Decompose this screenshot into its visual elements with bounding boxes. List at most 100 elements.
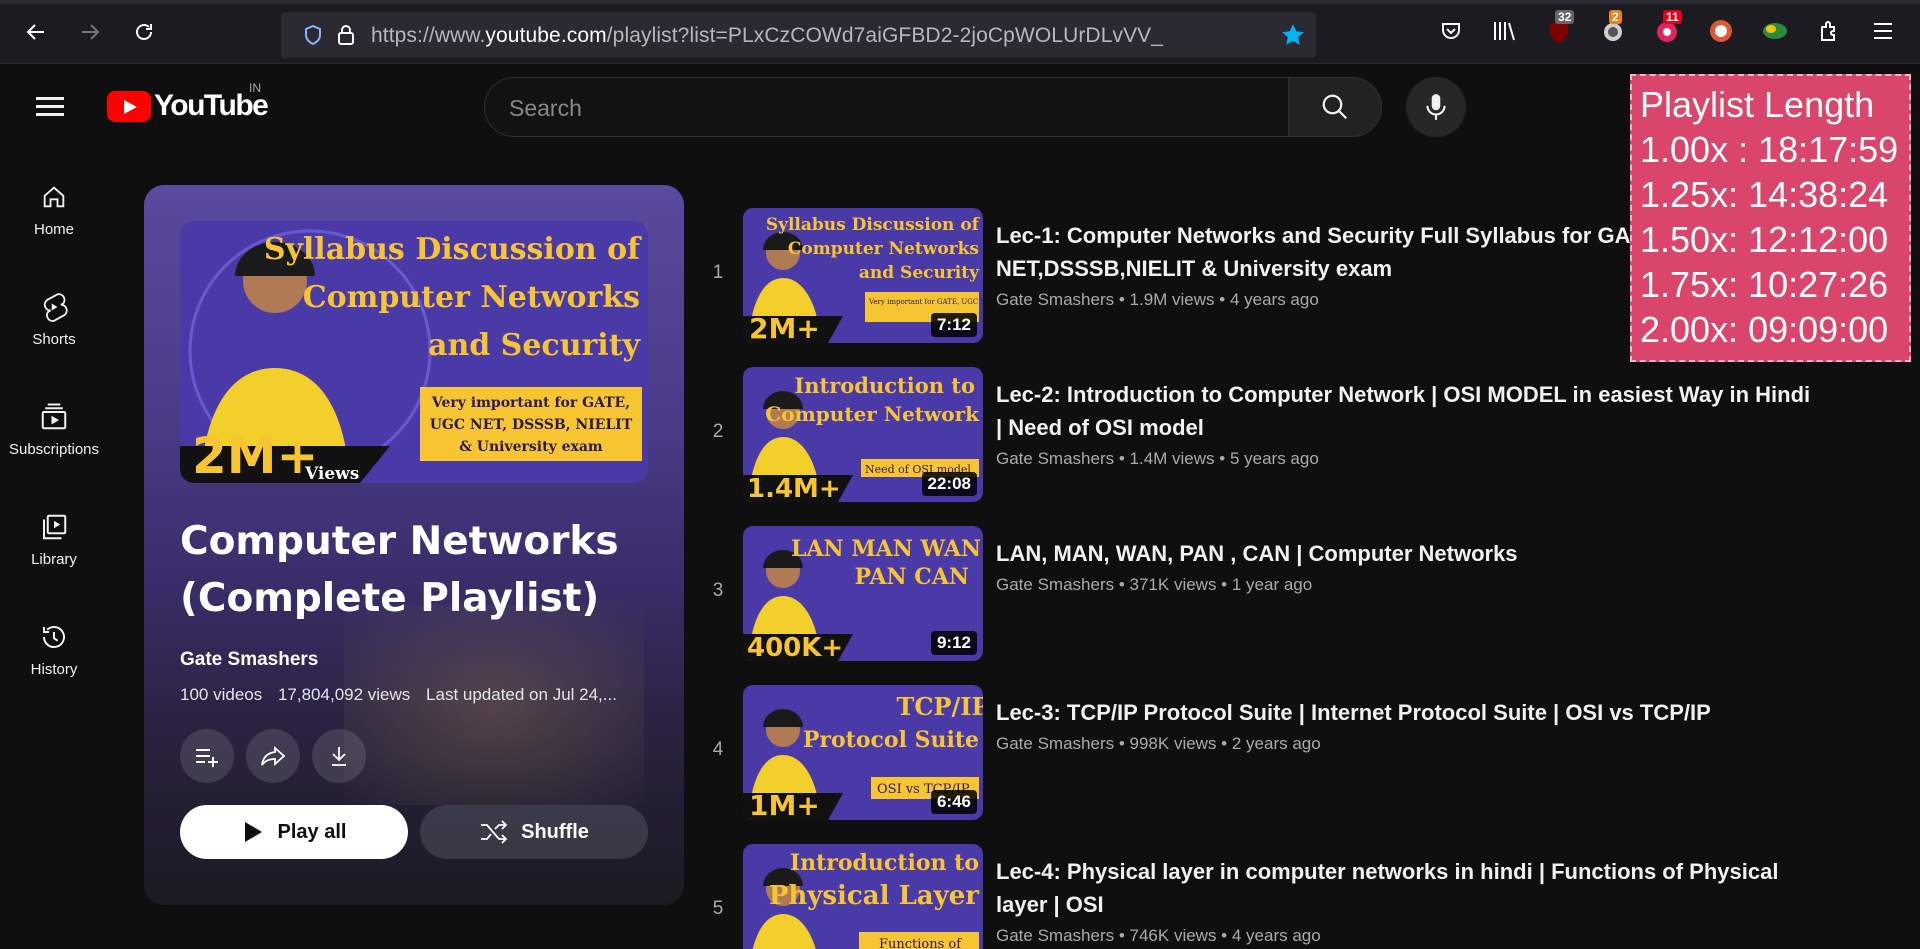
video-title[interactable]: LAN, MAN, WAN, PAN , CAN | Computer Netw… bbox=[996, 537, 1836, 570]
play-icon bbox=[244, 822, 262, 842]
ublock-badge: 32 bbox=[1555, 10, 1575, 24]
video-age: 4 years ago bbox=[1229, 290, 1319, 309]
thumb-line: Syllabus Discussion of bbox=[766, 215, 981, 235]
play-all-button[interactable]: Play all bbox=[180, 805, 408, 859]
guide-item-library[interactable]: Library bbox=[0, 511, 108, 568]
home-icon bbox=[38, 181, 70, 213]
lock-icon[interactable] bbox=[335, 23, 357, 47]
reload-icon bbox=[136, 24, 152, 40]
thumb-line: Introduction to bbox=[790, 850, 979, 876]
video-title[interactable]: Lec-3: TCP/IP Protocol Suite | Internet … bbox=[996, 696, 1836, 729]
video-thumbnail[interactable]: 1M+ TCP/IP Protocol Suite OSI vs TCP/IP … bbox=[743, 685, 983, 820]
video-thumbnail-art: Introduction to Physical Layer Functions… bbox=[743, 844, 983, 949]
addon-extension-icon[interactable]: 11 bbox=[1651, 10, 1683, 47]
video-views: 746K views bbox=[1129, 926, 1217, 945]
playlist-thumbnail[interactable]: 2M+ Views Syllabus Discussion of Compute… bbox=[180, 221, 648, 483]
browser-toolbar: https://www.youtube.com/playlist?list=PL… bbox=[0, 0, 1920, 64]
thumb-box-line: & University exam bbox=[459, 439, 603, 455]
save-playlist-button[interactable] bbox=[180, 729, 234, 783]
download-button[interactable] bbox=[312, 729, 366, 783]
video-views: 1.4M views bbox=[1129, 449, 1215, 468]
video-thumbnail[interactable]: 400K+ LAN MAN WAN PAN CAN 9:12 bbox=[743, 526, 983, 661]
video-count: 100 videos bbox=[180, 685, 263, 704]
video-index: 1 bbox=[712, 262, 724, 283]
darkreader-extension-icon[interactable]: 2 bbox=[1597, 10, 1629, 47]
voice-search-button[interactable] bbox=[1406, 77, 1466, 137]
forward-arrow-icon bbox=[82, 24, 100, 40]
reload-button[interactable] bbox=[126, 14, 162, 50]
video-age: 5 years ago bbox=[1229, 449, 1319, 468]
video-channel[interactable]: Gate Smashers bbox=[996, 734, 1114, 753]
video-views: 998K views bbox=[1129, 734, 1217, 753]
forward-button[interactable] bbox=[72, 14, 108, 50]
video-title-line: Lec-2: Introduction to Computer Network … bbox=[996, 382, 1811, 407]
thumb-views-big: 2M+ bbox=[192, 427, 318, 483]
search-input[interactable]: Search bbox=[484, 77, 1289, 137]
video-index: 3 bbox=[712, 580, 724, 601]
extensions-puzzle-icon[interactable] bbox=[1813, 15, 1845, 47]
youtube-logo[interactable]: YouTube IN bbox=[107, 81, 269, 123]
shorts-icon bbox=[38, 291, 70, 323]
shuffle-label: Shuffle bbox=[521, 820, 589, 843]
video-thumbnail[interactable]: 2M+ Syllabus Discussion of Computer Netw… bbox=[743, 208, 983, 343]
video-title-line: layer | OSI bbox=[996, 892, 1104, 917]
video-title-line: Lec-3: TCP/IP Protocol Suite | Internet … bbox=[996, 700, 1711, 725]
url-host: youtube.com bbox=[485, 24, 607, 47]
guide-item-subscriptions[interactable]: Subscriptions bbox=[0, 401, 108, 458]
video-channel[interactable]: Gate Smashers bbox=[996, 926, 1114, 945]
guide-item-home[interactable]: Home bbox=[0, 181, 108, 238]
add-to-library-icon bbox=[196, 749, 218, 767]
playlist-length-title: Playlist Length bbox=[1640, 84, 1875, 125]
video-title-line: LAN, MAN, WAN, PAN , CAN | Computer Netw… bbox=[996, 541, 1518, 566]
pocket-icon[interactable] bbox=[1435, 15, 1467, 47]
thumb-box-line: Very important for GATE, bbox=[431, 395, 630, 411]
thumb-views: 1M+ bbox=[749, 789, 820, 820]
shuffle-button[interactable]: Shuffle bbox=[420, 805, 648, 859]
share-button[interactable] bbox=[246, 729, 300, 783]
video-age: 2 years ago bbox=[1231, 734, 1321, 753]
playlist-video-row[interactable]: 2 1.4M+ Introduction to Computer Network… bbox=[700, 367, 1830, 507]
guide-menu-button[interactable] bbox=[36, 92, 72, 122]
video-channel[interactable]: Gate Smashers bbox=[996, 449, 1114, 468]
app-menu-icon[interactable] bbox=[1867, 15, 1899, 47]
video-duration: 7:12 bbox=[930, 313, 977, 337]
playlist-title: Computer Networks (Complete Playlist) bbox=[180, 519, 619, 621]
video-channel[interactable]: Gate Smashers bbox=[996, 575, 1114, 594]
ublock-extension-icon[interactable]: 32 bbox=[1543, 10, 1575, 47]
bookmark-star-icon[interactable] bbox=[1280, 22, 1306, 48]
shuffle-icon bbox=[481, 820, 508, 844]
duckduckgo-extension-icon[interactable] bbox=[1705, 15, 1737, 47]
share-icon bbox=[261, 745, 286, 767]
playlist-video-row[interactable]: 5 Introduction to Physical Layer Functio… bbox=[700, 844, 1830, 949]
menu-bar bbox=[36, 113, 64, 116]
thumb-line: and Security bbox=[859, 263, 980, 283]
channel-name[interactable]: Gate Smashers bbox=[180, 649, 318, 671]
shield-icon[interactable] bbox=[301, 23, 325, 47]
library-shelf-icon[interactable] bbox=[1489, 15, 1521, 47]
playlist-video-row[interactable]: 3 400K+ LAN MAN WAN PAN CAN 9:12 LAN, MA… bbox=[700, 526, 1830, 666]
video-thumbnail[interactable]: 1.4M+ Introduction to Computer Network N… bbox=[743, 367, 983, 502]
back-arrow-icon bbox=[26, 24, 44, 40]
video-thumbnail[interactable]: Introduction to Physical Layer Functions… bbox=[743, 844, 983, 949]
address-bar[interactable]: https://www.youtube.com/playlist?list=PL… bbox=[281, 12, 1316, 58]
thumb-line: Introduction to bbox=[794, 373, 975, 398]
guide-item-shorts[interactable]: Shorts bbox=[0, 291, 108, 348]
back-button[interactable] bbox=[18, 14, 54, 50]
playlist-thumbnail-art: 2M+ Views Syllabus Discussion of Compute… bbox=[180, 221, 648, 483]
guide-item-history[interactable]: History bbox=[0, 621, 108, 678]
playlist-video-row[interactable]: 4 1M+ TCP/IP Protocol Suite OSI vs TCP/I… bbox=[700, 685, 1830, 825]
thumb-box: Functions of bbox=[879, 937, 962, 949]
menu-bar bbox=[36, 105, 64, 108]
video-index: 4 bbox=[712, 739, 724, 760]
video-title-line: NET,DSSSB,NIELIT & University exam bbox=[996, 256, 1393, 281]
url-text[interactable]: https://www.youtube.com/playlist?list=PL… bbox=[371, 24, 1163, 48]
video-title[interactable]: Lec-1: Computer Networks and Security Fu… bbox=[996, 219, 1836, 285]
video-channel[interactable]: Gate Smashers bbox=[996, 290, 1114, 309]
playlist-video-row[interactable]: 1 2M+ Syllabus Discussion of Computer Ne… bbox=[700, 208, 1830, 348]
video-meta: Gate Smashers • 746K views • 4 years ago bbox=[996, 926, 1321, 945]
video-title[interactable]: Lec-2: Introduction to Computer Network … bbox=[996, 378, 1836, 444]
globe-extension-icon[interactable] bbox=[1759, 15, 1791, 47]
video-title[interactable]: Lec-4: Physical layer in computer networ… bbox=[996, 855, 1830, 921]
search-button[interactable] bbox=[1288, 77, 1382, 137]
video-index: 2 bbox=[712, 421, 724, 442]
